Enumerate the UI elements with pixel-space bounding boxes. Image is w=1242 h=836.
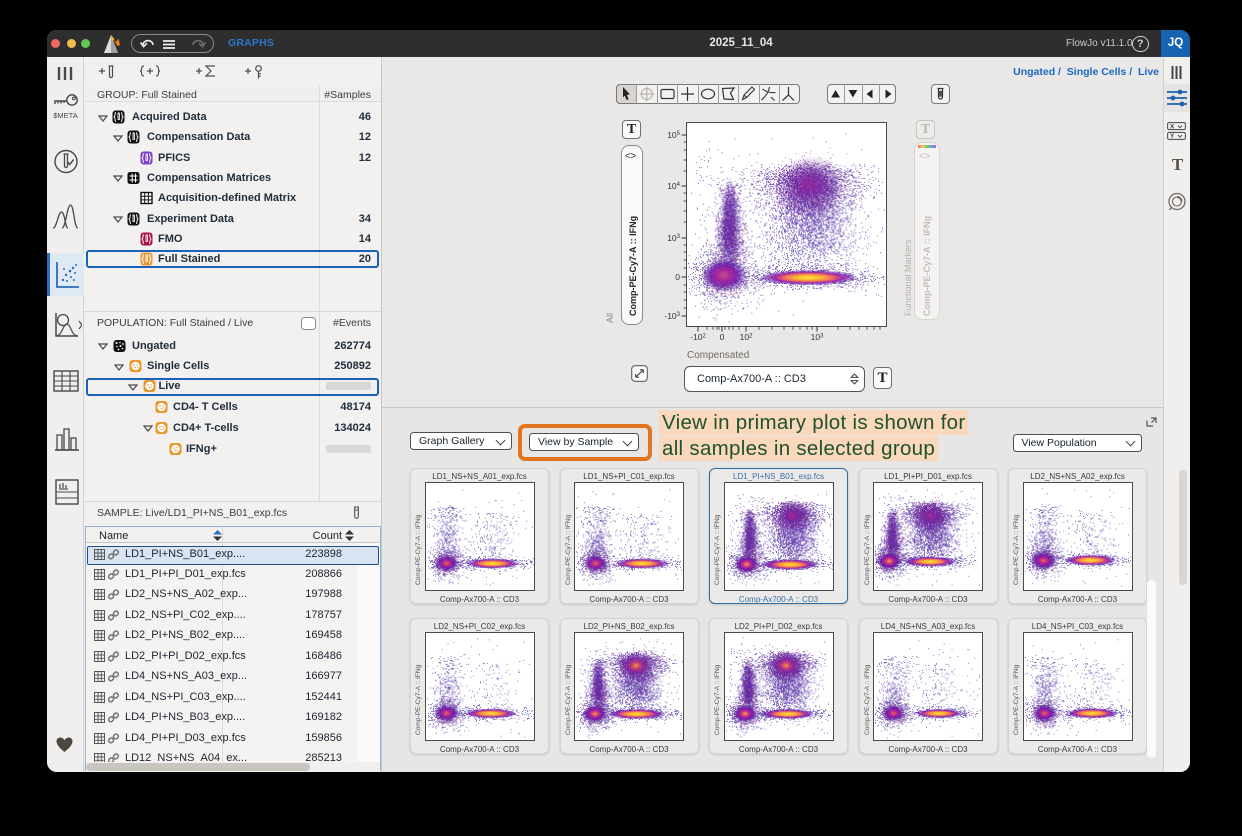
svg-text:-103: -103: [664, 311, 680, 321]
svg-text:0: 0: [720, 332, 725, 342]
svg-text:0: 0: [675, 272, 680, 282]
svg-text:103: 103: [667, 233, 680, 243]
svg-text:104: 104: [667, 181, 680, 191]
svg-text:X: X: [1170, 124, 1175, 131]
svg-text:103: 103: [811, 332, 824, 342]
svg-text:-102: -102: [690, 332, 706, 342]
svg-text:105: 105: [667, 130, 680, 140]
svg-text:Y: Y: [1170, 133, 1175, 140]
svg-text:102: 102: [740, 332, 753, 342]
